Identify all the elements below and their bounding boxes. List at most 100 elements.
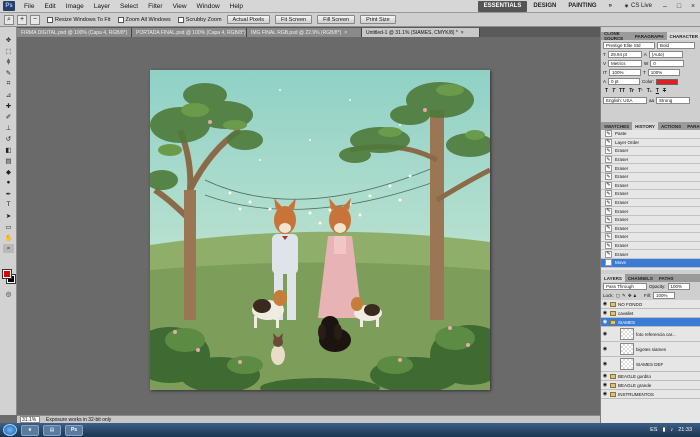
underline-button[interactable]: T — [656, 88, 659, 94]
tab-history[interactable]: HISTORY — [632, 122, 658, 130]
taskbar-photoshop-icon[interactable]: Ps — [65, 424, 83, 436]
menu-file[interactable]: File — [19, 3, 39, 10]
clone-stamp-tool-icon[interactable]: ⊥ — [3, 123, 14, 132]
history-brush-tool-icon[interactable]: ↺ — [3, 134, 14, 143]
tab-firma-digital[interactable]: FIRMA DIGITAL.psd @ 100% (Capa 4, RGB/8*… — [17, 28, 132, 37]
layer-row[interactable]: ◉ SIAMES DEF — [601, 357, 700, 372]
visibility-eye-icon[interactable]: ◉ — [602, 310, 608, 316]
language-select[interactable]: English: USA — [603, 97, 647, 104]
hand-tool-icon[interactable]: ✋ — [3, 233, 14, 242]
shape-tool-icon[interactable]: ▭ — [3, 222, 14, 231]
cs-live-button[interactable]: ✷ CS Live — [618, 3, 658, 10]
tab-paragraph[interactable]: PARAGRAPH — [632, 32, 667, 40]
language-indicator[interactable]: ES — [650, 427, 657, 433]
clock[interactable]: 21:33 — [678, 427, 692, 433]
tab-img-final-rgb[interactable]: IMG FINAL RGB.psd @ 22.9% (RGB/8*) × — [247, 28, 362, 37]
tab-paths[interactable]: PATHS — [656, 274, 677, 282]
resize-windows-checkbox[interactable]: Resize Windows To Fit — [47, 16, 111, 23]
small-caps-button[interactable]: Tr — [629, 88, 634, 94]
subscript-button[interactable]: T₁ — [647, 88, 652, 94]
tab-actions[interactable]: ACTIONS — [658, 122, 684, 130]
layer-row[interactable]: ◉ foto referencia car... — [601, 327, 700, 342]
history-item[interactable]: ✎ Eraser — [601, 250, 700, 259]
menu-help[interactable]: Help — [225, 3, 248, 10]
visibility-eye-icon[interactable]: ◉ — [602, 373, 608, 379]
maximize-icon[interactable]: □ — [672, 1, 686, 11]
visibility-eye-icon[interactable]: ◉ — [602, 391, 608, 397]
healing-brush-tool-icon[interactable]: ✚ — [3, 101, 14, 110]
menu-window[interactable]: Window — [192, 3, 225, 10]
history-item[interactable]: ✎ Eraser — [601, 207, 700, 216]
path-select-tool-icon[interactable]: ➤ — [3, 211, 14, 220]
quick-mask-icon[interactable]: ◎ — [3, 289, 14, 298]
scrubby-zoom-checkbox[interactable]: Scrubby Zoom — [177, 16, 222, 23]
horizontal-scale-field[interactable]: 100% — [647, 69, 680, 76]
tab-paragraph-2[interactable]: PARAGRAPH — [684, 122, 700, 130]
blend-mode-select[interactable]: Pass Through — [603, 283, 647, 290]
menu-edit[interactable]: Edit — [39, 3, 60, 10]
antialias-select[interactable]: Strong — [656, 97, 691, 104]
gradient-tool-icon[interactable]: ▤ — [3, 156, 14, 165]
history-item[interactable]: ✎ Eraser — [601, 216, 700, 225]
layer-row[interactable]: ◉ cavallet — [601, 309, 700, 318]
history-item[interactable]: ✎ Eraser — [601, 181, 700, 191]
menu-layer[interactable]: Layer — [89, 3, 115, 10]
crop-tool-icon[interactable]: ⌗ — [3, 79, 14, 88]
lock-paint-icon[interactable]: ✎ — [622, 293, 626, 299]
history-item[interactable]: ✎ Eraser — [601, 242, 700, 251]
volume-icon[interactable]: ♪ — [670, 427, 673, 433]
history-item[interactable]: ✎ Eraser — [601, 164, 700, 173]
actual-pixels-button[interactable]: Actual Pixels — [226, 15, 271, 24]
zoom-tool-icon[interactable]: ⌕ — [3, 244, 14, 253]
minimize-icon[interactable]: – — [658, 1, 672, 11]
layer-row[interactable]: ◉ NO FONDO — [601, 300, 700, 309]
layer-row[interactable]: ◉ INSTRUMENTOS — [601, 390, 700, 399]
font-style-select[interactable]: Bold — [657, 42, 695, 49]
history-item[interactable]: ✎ Eraser — [601, 233, 700, 242]
brush-tool-icon[interactable]: ✐ — [3, 112, 14, 121]
zoom-out-icon[interactable]: − — [30, 14, 40, 25]
tab-channels[interactable]: CHANNELS — [625, 274, 656, 282]
blur-tool-icon[interactable]: ◆ — [3, 167, 14, 176]
layer-row[interactable]: ◉ bigotes siames — [601, 342, 700, 357]
visibility-eye-icon[interactable]: ◉ — [602, 382, 608, 388]
pen-tool-icon[interactable]: ✒ — [3, 189, 14, 198]
history-item[interactable]: ✎ Eraser — [601, 173, 700, 182]
visibility-eye-icon[interactable]: ◉ — [602, 331, 608, 337]
lasso-tool-icon[interactable]: ϕ — [3, 57, 14, 66]
workspace-essentials[interactable]: ESSENTIALS — [477, 0, 528, 12]
layer-row[interactable]: ◉ BEAGLE gordito — [601, 372, 700, 381]
close-tab-icon[interactable]: × — [461, 30, 464, 36]
history-item[interactable]: ✎ Eraser — [601, 199, 700, 208]
visibility-eye-icon[interactable]: ◉ — [602, 319, 608, 325]
history-item[interactable]: ✎ Eraser — [601, 156, 700, 165]
zoom-tool-icon[interactable]: ⌕ — [4, 14, 14, 25]
status-info[interactable]: Exposure works in 32-bit only — [46, 417, 111, 423]
menu-filter[interactable]: Filter — [143, 3, 167, 10]
tab-swatches[interactable]: SWATCHES — [601, 122, 632, 130]
taskbar-explorer-icon[interactable]: ▤ — [43, 424, 61, 436]
lock-all-icon[interactable]: 🔒︎ — [634, 293, 636, 298]
layer-row[interactable]: ◉ BEAGLE grande — [601, 381, 700, 390]
superscript-button[interactable]: T¹ — [638, 88, 643, 94]
history-item[interactable]: ✎ Move — [601, 258, 700, 268]
menu-image[interactable]: Image — [61, 3, 89, 10]
baseline-shift-field[interactable]: 0 pt — [608, 78, 641, 85]
history-item[interactable]: ✎ Layer Order — [601, 138, 700, 148]
history-item[interactable]: ✎ Paste — [601, 130, 700, 139]
dodge-tool-icon[interactable]: ● — [3, 178, 14, 187]
zoom-all-checkbox[interactable]: Zoom All Windows — [117, 16, 171, 23]
visibility-eye-icon[interactable]: ◉ — [602, 346, 608, 352]
font-family-select[interactable]: Prestige Elite Std — [603, 42, 655, 49]
menu-select[interactable]: Select — [115, 3, 143, 10]
faux-bold-button[interactable]: T — [605, 88, 608, 94]
history-item[interactable]: ✎ Eraser — [601, 190, 700, 199]
layer-row[interactable]: ◉ SIAMES — [601, 318, 700, 327]
visibility-eye-icon[interactable]: ◉ — [602, 361, 608, 367]
eyedropper-tool-icon[interactable]: ⊿ — [3, 90, 14, 99]
print-size-button[interactable]: Print Size — [360, 15, 396, 24]
network-icon[interactable]: ▮ — [662, 427, 665, 433]
fill-field[interactable]: 100% — [653, 292, 675, 299]
canvas-area[interactable] — [17, 37, 600, 415]
font-size-field[interactable]: 29.94 pt — [607, 51, 642, 58]
